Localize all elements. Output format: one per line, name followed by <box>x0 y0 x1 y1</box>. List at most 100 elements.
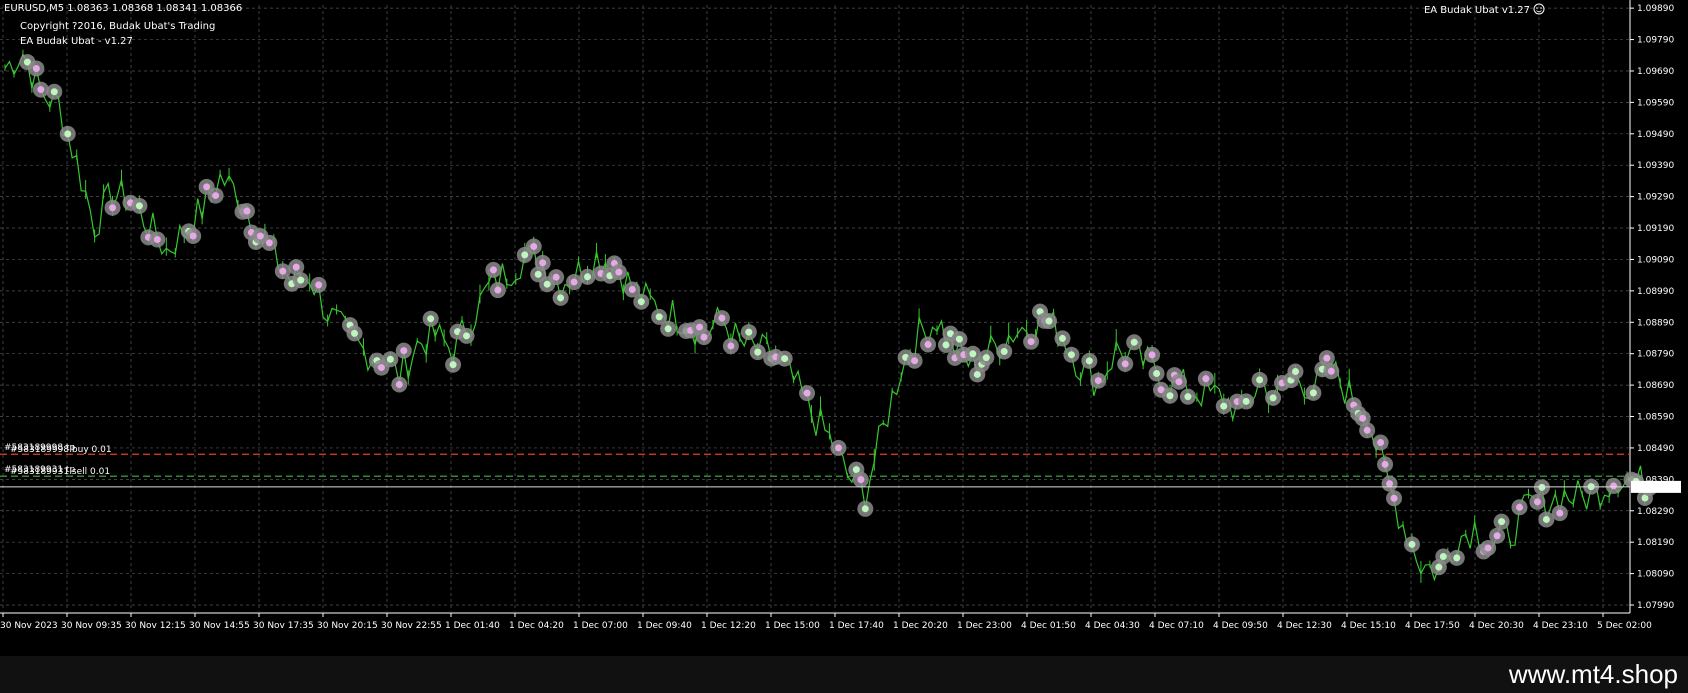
trade-marker <box>548 269 565 286</box>
order-sub-label: #583189998 buy 0.01 <box>10 445 112 455</box>
price-chart[interactable]: 1.09890 1.09790 1.09690 1.09590 1.09490 1.093… <box>0 0 1688 693</box>
x-tick-label: 30 Nov 12:15 <box>125 621 186 631</box>
trade-marker <box>59 125 76 142</box>
x-tick-label: 1 Dec 09:40 <box>637 621 692 631</box>
trade-marker <box>1144 346 1161 363</box>
copyright-text: Copyright ?2016, Budak Ubat's Trading <box>20 21 215 32</box>
ea-badge: EA Budak Ubat v1.27 <box>1424 5 1530 16</box>
trade-marker <box>261 234 278 251</box>
x-tick-label: 4 Dec 07:10 <box>1149 621 1204 631</box>
price-axis: 1.09890 1.09790 1.09690 1.09590 1.09490 1.093… <box>1637 4 1674 611</box>
x-tick-label: 30 Nov 20:15 <box>317 621 378 631</box>
trade-marker <box>1023 333 1040 350</box>
x-tick-label: 1 Dec 01:40 <box>445 621 500 631</box>
trade-marker <box>1511 499 1528 516</box>
x-tick-label: 30 Nov 09:35 <box>61 621 122 631</box>
trade-marker <box>489 282 506 299</box>
y-tick-label: 1.09190 <box>1637 224 1674 234</box>
trade-marker <box>552 289 569 306</box>
y-tick-label: 1.07990 <box>1637 601 1674 611</box>
x-tick-label: 30 Nov 22:55 <box>381 621 442 631</box>
trade-marker <box>579 268 596 285</box>
trade-marker <box>1377 456 1394 473</box>
trade-marker <box>525 238 542 255</box>
x-tick-label: 1 Dec 12:20 <box>701 621 756 631</box>
trade-marker <box>1197 370 1214 387</box>
time-axis: 30 Nov 2023 30 Nov 09:35 30 Nov 12:15 30 No… <box>0 621 1652 631</box>
footer-bar <box>0 656 1688 693</box>
trade-marker <box>1359 422 1376 439</box>
y-tick-label: 1.08590 <box>1637 413 1674 423</box>
trade-marker <box>382 351 399 368</box>
trade-marker <box>660 320 677 337</box>
trade-marker <box>207 187 224 204</box>
x-tick-label: 1 Dec 15:00 <box>765 621 820 631</box>
trade-marker <box>951 331 968 348</box>
trade-marker <box>920 336 937 353</box>
symbol-info: EURUSD,M5 1.08363 1.08368 1.08341 1.0836… <box>4 3 242 14</box>
trade-marker <box>696 329 712 346</box>
trade-marker <box>28 60 45 77</box>
trade-marker <box>238 203 255 220</box>
trade-marker <box>857 500 874 517</box>
trade-marker <box>1179 388 1196 405</box>
x-tick-label: 5 Dec 02:00 <box>1597 621 1652 631</box>
trade-marker <box>391 376 408 393</box>
trade-marker <box>1529 493 1546 510</box>
x-tick-label: 1 Dec 23:00 <box>957 621 1012 631</box>
trade-marker <box>713 310 730 327</box>
trade-marker <box>1605 477 1622 494</box>
trade-marker <box>1117 355 1134 372</box>
x-tick-label: 4 Dec 01:50 <box>1021 621 1076 631</box>
trade-marker <box>1162 387 1178 404</box>
x-tick-label: 1 Dec 17:40 <box>829 621 884 631</box>
y-tick-label: 1.08290 <box>1637 507 1674 517</box>
trade-marker <box>1323 363 1340 380</box>
chart-grid <box>0 0 1634 617</box>
y-tick-label: 1.09790 <box>1637 36 1674 46</box>
y-tick-label: 1.09090 <box>1637 255 1674 265</box>
trade-marker <box>395 342 412 359</box>
trade-marker <box>1063 346 1080 363</box>
trade-marker <box>292 272 309 289</box>
trade-marker <box>1148 365 1165 382</box>
trade-marker <box>1054 330 1071 347</box>
y-tick-label: 1.09890 <box>1637 4 1674 14</box>
x-tick-label: 4 Dec 17:50 <box>1405 621 1460 631</box>
x-tick-label: 4 Dec 12:30 <box>1277 621 1332 631</box>
x-tick-label: 1 Dec 04:20 <box>509 621 564 631</box>
y-tick-label: 1.09390 <box>1637 161 1674 171</box>
trade-marker <box>1126 334 1143 351</box>
trade-marker <box>1386 490 1403 507</box>
y-tick-label: 1.08190 <box>1637 538 1674 548</box>
trade-marker <box>1251 371 1268 388</box>
trade-marker <box>1041 313 1058 330</box>
trade-marker <box>1403 536 1420 553</box>
trade-marker <box>1448 549 1465 566</box>
watermark-text: www.mt4.shop <box>1508 659 1678 689</box>
trade-marker <box>1489 527 1506 544</box>
x-tick-label: 4 Dec 23:10 <box>1533 621 1588 631</box>
y-tick-label: 1.08990 <box>1637 287 1674 297</box>
trade-marker <box>978 349 995 366</box>
trade-marker <box>1265 389 1282 406</box>
trade-marker <box>906 352 923 369</box>
x-tick-label: 30 Nov 14:55 <box>189 621 250 631</box>
trade-marker <box>1090 372 1107 389</box>
trade-marker <box>1287 363 1304 380</box>
y-tick-label: 1.08490 <box>1637 444 1674 454</box>
trade-markers <box>4 49 1658 583</box>
trade-marker <box>346 325 363 342</box>
x-tick-label: 30 Nov 17:35 <box>253 621 314 631</box>
y-tick-label: 1.09590 <box>1637 98 1674 108</box>
trade-marker <box>458 327 475 344</box>
trade-marker <box>104 199 121 216</box>
x-tick-label: 4 Dec 04:30 <box>1085 621 1140 631</box>
trade-marker <box>852 471 869 488</box>
trade-marker <box>1381 475 1398 492</box>
trade-marker <box>149 231 166 248</box>
trade-marker <box>996 343 1013 360</box>
current-price-line: 1.08366 <box>0 480 1681 493</box>
trade-marker <box>1305 384 1322 401</box>
trade-marker <box>1081 352 1098 369</box>
